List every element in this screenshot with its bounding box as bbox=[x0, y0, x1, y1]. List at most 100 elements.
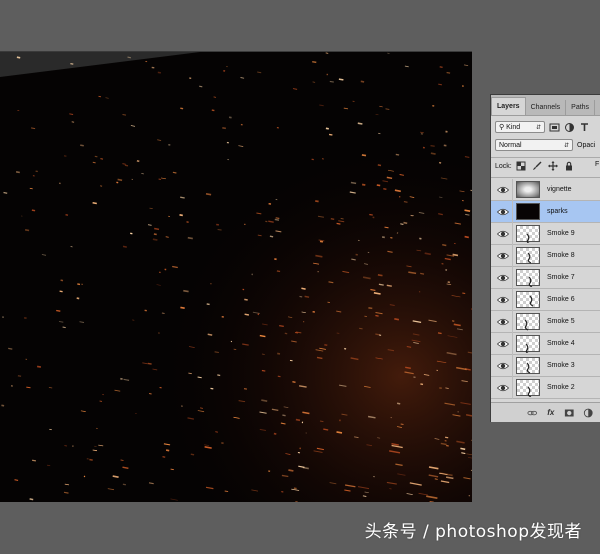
layer-row[interactable]: Smoke 9 bbox=[491, 223, 600, 245]
spark-mark bbox=[464, 235, 469, 239]
brush-icon[interactable] bbox=[532, 161, 542, 171]
spark-mark bbox=[60, 279, 64, 282]
layer-row[interactable]: Smoke 2 bbox=[491, 377, 600, 399]
layer-row[interactable]: vignette bbox=[491, 179, 600, 201]
layer-name: Smoke 2 bbox=[547, 384, 575, 391]
spark-mark bbox=[120, 459, 124, 461]
spark-mark bbox=[179, 213, 183, 217]
spark-mark bbox=[299, 295, 303, 298]
fx-icon[interactable]: fx bbox=[546, 407, 557, 419]
spark-mark bbox=[386, 284, 392, 287]
layers-list: vignette sparks Smoke 9 Smoke 8 Smoke 7 Smoke… bbox=[491, 179, 600, 399]
spark-mark bbox=[277, 352, 281, 355]
layer-name: Smoke 5 bbox=[547, 318, 575, 325]
type-filter-icon[interactable] bbox=[579, 122, 590, 133]
image-filter-icon[interactable] bbox=[549, 122, 560, 133]
spark-mark bbox=[446, 71, 451, 74]
spark-mark bbox=[403, 201, 408, 203]
move-icon[interactable] bbox=[547, 161, 558, 171]
spark-mark bbox=[403, 221, 408, 225]
spark-mark bbox=[420, 131, 424, 134]
visibility-toggle[interactable] bbox=[491, 179, 513, 201]
document-canvas[interactable] bbox=[0, 51, 472, 502]
visibility-toggle[interactable] bbox=[491, 289, 513, 311]
adjustment-icon[interactable] bbox=[583, 407, 594, 419]
spark-mark bbox=[15, 171, 20, 174]
spark-mark bbox=[323, 428, 329, 431]
visibility-toggle[interactable] bbox=[491, 223, 513, 245]
eye-icon bbox=[497, 384, 509, 392]
visibility-toggle[interactable] bbox=[491, 311, 513, 333]
spark-mark bbox=[383, 188, 387, 190]
spark-mark bbox=[288, 469, 294, 472]
spark-mark bbox=[46, 464, 51, 467]
workspace: Layers Channels Paths ⚲ Kind ⇵ Normal ⇵ … bbox=[0, 0, 600, 554]
spark-mark bbox=[92, 202, 97, 205]
spark-mark bbox=[378, 283, 384, 286]
spark-mark bbox=[275, 217, 280, 219]
opacity-label: Opaci bbox=[577, 141, 596, 149]
spark-mark bbox=[461, 452, 466, 454]
filter-kind-select[interactable]: ⚲ Kind ⇵ bbox=[495, 121, 545, 133]
spark-mark bbox=[361, 154, 367, 157]
spark-mark bbox=[89, 458, 93, 461]
spark-mark bbox=[319, 420, 324, 423]
lock-row: Lock: bbox=[495, 161, 580, 171]
layer-row[interactable]: Smoke 7 bbox=[491, 267, 600, 289]
mask-icon[interactable] bbox=[564, 407, 575, 419]
lock-transparent-icon[interactable] bbox=[516, 161, 526, 171]
spark-mark bbox=[122, 483, 127, 486]
spark-mark bbox=[59, 290, 63, 293]
spark-mark bbox=[312, 81, 316, 83]
visibility-toggle[interactable] bbox=[491, 245, 513, 267]
spark-mark bbox=[359, 327, 363, 330]
spark-mark bbox=[325, 52, 329, 54]
spark-mark bbox=[188, 372, 192, 375]
spark-mark bbox=[444, 436, 449, 439]
visibility-toggle[interactable] bbox=[491, 377, 513, 399]
link-icon[interactable] bbox=[527, 407, 538, 419]
visibility-toggle[interactable] bbox=[491, 333, 513, 355]
tab-layers[interactable]: Layers bbox=[491, 97, 526, 115]
spark-mark bbox=[464, 209, 471, 212]
spark-mark bbox=[17, 375, 22, 377]
tab-channels[interactable]: Channels bbox=[526, 100, 567, 115]
spark-mark bbox=[207, 333, 213, 336]
visibility-toggle[interactable] bbox=[491, 355, 513, 377]
watermark: 头条号 / photoshop发现者 bbox=[364, 522, 582, 542]
spark-mark bbox=[222, 127, 227, 130]
blend-mode-select[interactable]: Normal ⇵ bbox=[495, 139, 573, 151]
layer-thumbnail bbox=[516, 291, 540, 308]
spark-mark bbox=[377, 164, 382, 167]
visibility-toggle[interactable] bbox=[491, 201, 513, 223]
lock-icon[interactable] bbox=[564, 161, 574, 171]
spark-mark bbox=[361, 183, 366, 186]
spark-mark bbox=[210, 387, 214, 390]
spark-mark bbox=[261, 369, 266, 372]
layers-panel: Layers Channels Paths ⚲ Kind ⇵ Normal ⇵ … bbox=[490, 94, 600, 422]
adjustment-filter-icon[interactable] bbox=[564, 122, 575, 133]
spark-mark bbox=[465, 213, 470, 216]
layer-row[interactable]: sparks bbox=[491, 201, 600, 223]
spark-mark bbox=[384, 226, 389, 229]
tab-paths[interactable]: Paths bbox=[566, 100, 596, 115]
eye-icon bbox=[497, 318, 509, 326]
spark-mark bbox=[214, 351, 219, 354]
layer-row[interactable]: Smoke 5 bbox=[491, 311, 600, 333]
layer-row[interactable]: Smoke 4 bbox=[491, 333, 600, 355]
layer-row[interactable]: Smoke 8 bbox=[491, 245, 600, 267]
divider bbox=[491, 157, 600, 158]
spark-mark bbox=[395, 153, 400, 156]
spark-mark bbox=[165, 449, 170, 452]
spark-mark bbox=[149, 207, 153, 209]
spark-mark bbox=[338, 78, 344, 81]
spark-mark bbox=[442, 243, 447, 247]
layer-thumbnail bbox=[516, 379, 540, 397]
spark-mark bbox=[217, 374, 221, 377]
spark-mark bbox=[244, 313, 250, 316]
layer-row[interactable]: Smoke 3 bbox=[491, 355, 600, 377]
panel-tabs: Layers Channels Paths bbox=[491, 95, 600, 116]
layer-row[interactable]: Smoke 6 bbox=[491, 289, 600, 311]
spark-mark bbox=[152, 238, 158, 241]
visibility-toggle[interactable] bbox=[491, 267, 513, 289]
